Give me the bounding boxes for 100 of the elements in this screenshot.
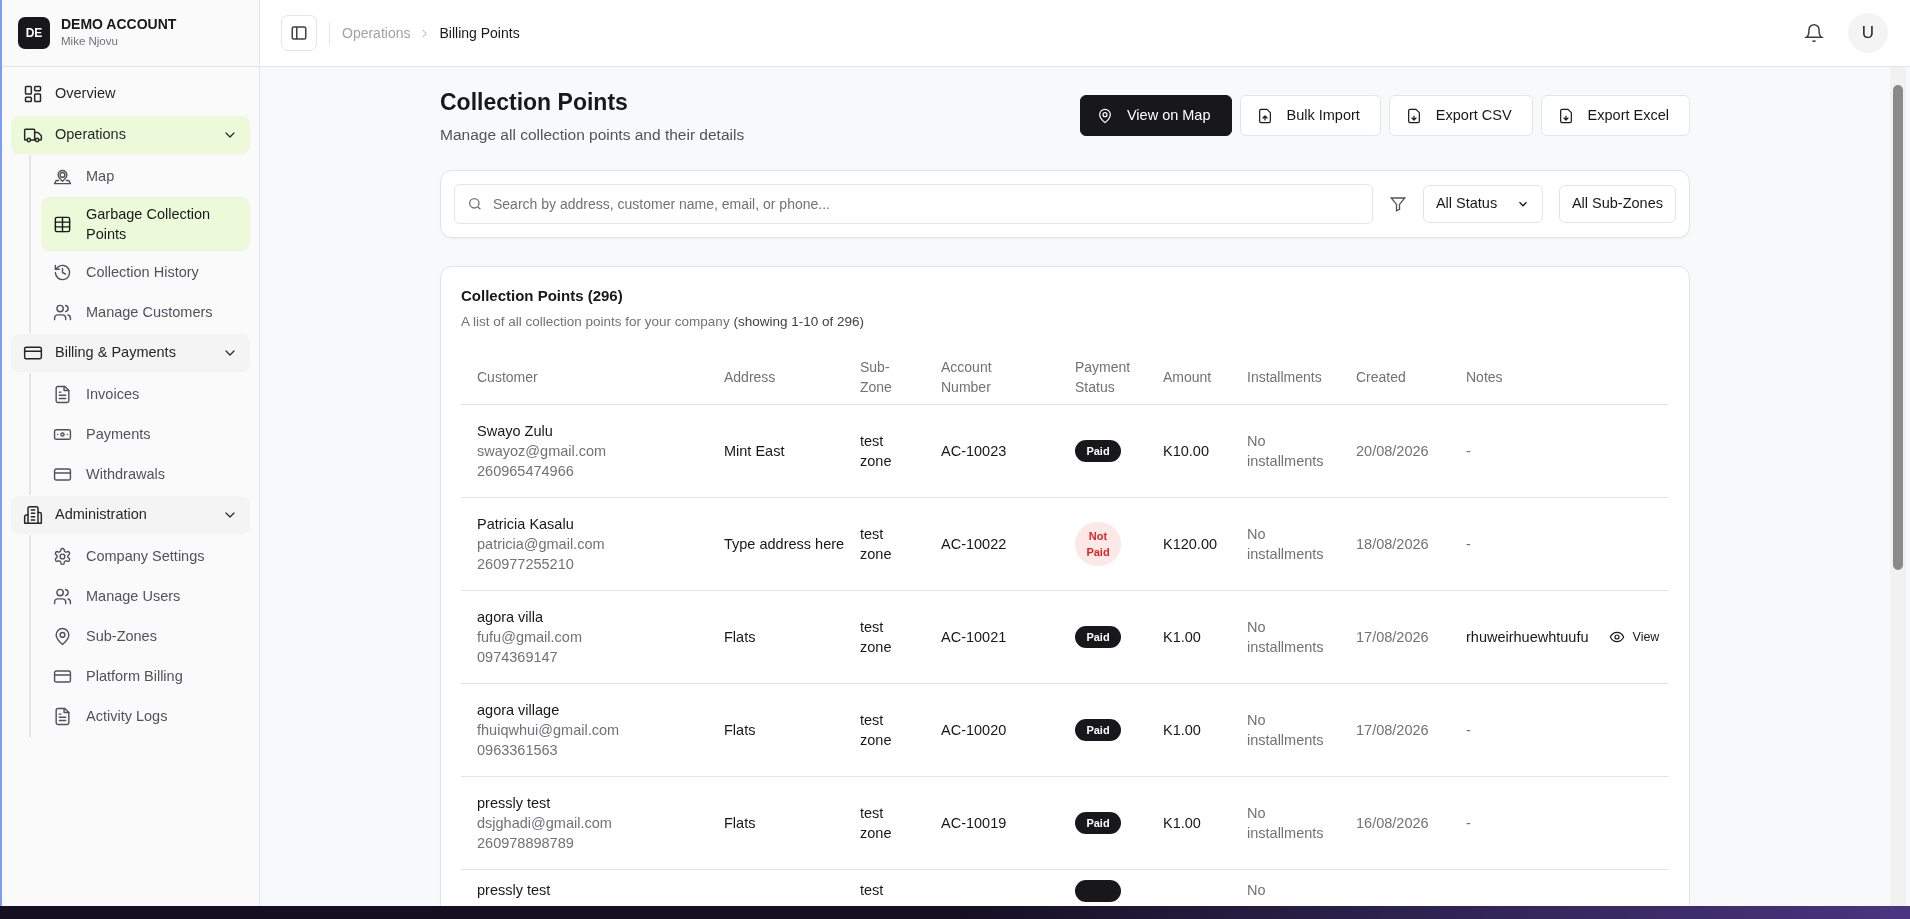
sidebar-item[interactable]: Manage Users (41, 577, 250, 615)
document-icon (53, 384, 72, 404)
customer-phone: 0963361563 (477, 740, 559, 760)
users-icon (53, 302, 72, 322)
payment-status-badge: Paid (1075, 439, 1121, 462)
customer-email: swayoz@gmail.com (477, 441, 608, 461)
table-cell-text: 17/08/2026 (1356, 627, 1430, 647)
table-cell-text: test zone (860, 710, 893, 750)
view-note-button[interactable]: View (1604, 624, 1664, 649)
table-cell-text: Mint East (724, 441, 786, 461)
user-avatar[interactable]: U (1848, 13, 1888, 53)
column-header: Created (1356, 368, 1406, 388)
table-cell-text: test zone (860, 803, 893, 843)
customer-name: pressly test (477, 793, 552, 813)
notification-bell-icon[interactable] (1804, 23, 1824, 43)
search-field[interactable]: Search by address, customer name, email, or phone... (454, 184, 1373, 225)
customer-phone: 260978898789 (477, 833, 575, 853)
table-cell-text: test (860, 880, 885, 900)
sidebar-group[interactable]: Billing & Payments (11, 334, 250, 372)
sidebar-item[interactable]: Invoices (41, 375, 250, 413)
table-cell-text: 20/08/2026 (1356, 441, 1430, 461)
settings-icon (53, 546, 72, 566)
building-icon (23, 505, 43, 525)
table-cell-text: - (1466, 813, 1471, 833)
page-title: Collection Points (440, 88, 629, 117)
history-icon (53, 262, 72, 282)
sidebar-toggle-button[interactable] (281, 15, 317, 51)
table-cell-text: AC-10019 (941, 813, 1008, 833)
table-cell-text: - (1466, 441, 1471, 461)
action-button[interactable]: Export CSV (1388, 95, 1533, 136)
sidebar-item[interactable]: Company Settings (41, 537, 250, 575)
sub-zone-select[interactable]: All Sub-Zones (1558, 185, 1676, 224)
payment-status-badge: Paid (1075, 811, 1121, 834)
column-header: Account Number (941, 358, 993, 398)
sidebar-item[interactable]: Withdrawals (41, 455, 250, 493)
table-cell-text: - (1466, 720, 1471, 740)
table-icon (53, 214, 72, 234)
table-cell-text: Flats (724, 813, 757, 833)
table-cell-text: test zone (860, 524, 893, 564)
sidebar-group[interactable]: Operations (11, 116, 250, 154)
status-select[interactable]: All Status (1422, 185, 1543, 224)
column-header: Customer (477, 368, 538, 388)
table-cell-text: - (1466, 534, 1471, 554)
table-range: (showing 1-10 of 296) (733, 313, 864, 329)
payment-status-badge: Paid (1075, 718, 1121, 741)
table-cell-text: 17/08/2026 (1356, 720, 1430, 740)
account-name: DEMO ACCOUNT (61, 15, 177, 33)
file-upload-icon (1256, 107, 1273, 124)
table-cell-text: test zone (860, 617, 893, 657)
sidebar-item[interactable]: Activity Logs (41, 697, 250, 735)
customer-phone: 260977255210 (477, 554, 575, 574)
users-icon (53, 586, 72, 606)
table-description: A list of all collection points for your company (461, 313, 730, 329)
payment-status-badge: Paid (1075, 625, 1121, 648)
table-cell-text: No installments (1247, 710, 1325, 750)
table-cell-text: AC-10020 (941, 720, 1008, 740)
table-cell-text: AC-10021 (941, 627, 1008, 647)
customer-email: patricia@gmail.com (477, 534, 606, 554)
table-cell-text: 18/08/2026 (1356, 534, 1430, 554)
scrollbar[interactable] (1890, 67, 1906, 906)
sidebar-item[interactable]: Collection History (41, 253, 250, 291)
table-cell-text: No installments (1247, 431, 1325, 471)
column-header: Address (724, 368, 776, 388)
table-cell-text: K1.00 (1163, 627, 1202, 647)
grid-icon (23, 84, 43, 104)
table-cell-text: No (1247, 880, 1267, 900)
customer-email: fufu@gmail.com (477, 627, 583, 647)
table-cell-text: test zone (860, 431, 893, 471)
customer-phone: 0974369147 (477, 647, 559, 667)
page-subtitle: Manage all collection points and their details (440, 125, 745, 145)
customer-name: Patricia Kasalu (477, 514, 575, 534)
customer-name: Swayo Zulu (477, 421, 554, 441)
table-cell-text: Flats (724, 720, 757, 740)
table-cell-text: AC-10023 (941, 441, 1008, 461)
sidebar-panel-icon (290, 24, 308, 42)
sidebar-item[interactable]: Payments (41, 415, 250, 453)
sidebar-item[interactable]: Map (41, 157, 250, 195)
sidebar-item[interactable]: Platform Billing (41, 657, 250, 695)
credit-card-icon (23, 343, 43, 363)
table-cell-text: rhuweirhuewhtuufu (1466, 627, 1589, 647)
sidebar-item[interactable]: Overview (11, 75, 250, 113)
table-cell-text: 16/08/2026 (1356, 813, 1430, 833)
payment-status-badge: Not Paid (1075, 521, 1121, 566)
action-button[interactable]: Export Excel (1540, 95, 1690, 136)
file-download-icon (1405, 107, 1422, 124)
sidebar-item[interactable]: Manage Customers (41, 293, 250, 331)
table-cell-text: K1.00 (1163, 720, 1202, 740)
action-button[interactable]: View on Map (1079, 95, 1232, 136)
account-logo: DE (18, 17, 50, 49)
table-title: Collection Points (296) (461, 286, 624, 307)
action-button[interactable]: Bulk Import (1239, 95, 1381, 136)
customer-name: agora village (477, 700, 561, 720)
table-cell-text: Type address here (724, 534, 846, 554)
table-cell-text: K10.00 (1163, 441, 1210, 461)
sidebar-item[interactable]: Garbage Collection Points (41, 197, 250, 251)
map-pin-icon (53, 626, 72, 646)
truck-icon (23, 125, 43, 145)
sidebar-item[interactable]: Sub-Zones (41, 617, 250, 655)
breadcrumb-item: Billing Points (439, 23, 520, 43)
sidebar-group[interactable]: Administration (11, 496, 250, 534)
